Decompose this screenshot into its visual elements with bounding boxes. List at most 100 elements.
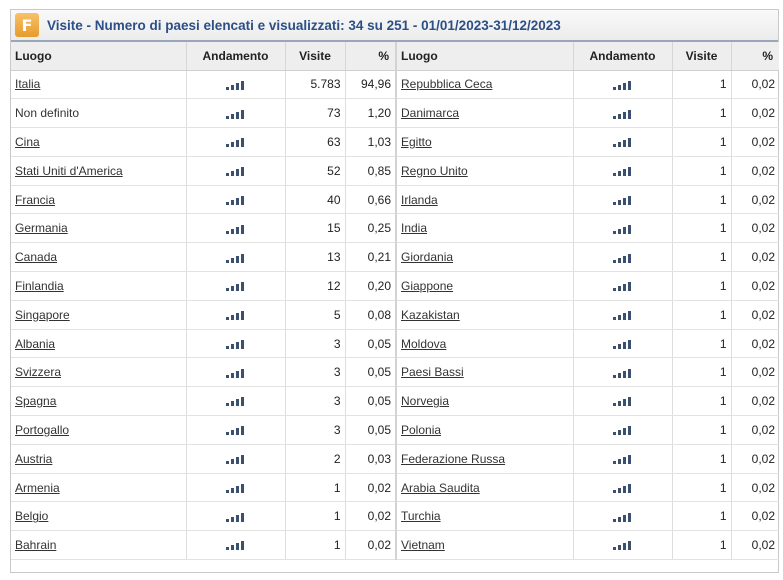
col-header-luogo[interactable]: Luogo (11, 42, 187, 71)
trend-chart-icon[interactable] (613, 452, 632, 466)
country-link[interactable]: Moldova (401, 337, 446, 351)
col-header-percent[interactable]: % (345, 42, 396, 71)
country-link[interactable]: Egitto (401, 135, 432, 149)
country-link[interactable]: Norvegia (401, 394, 449, 408)
country-link[interactable]: Italia (15, 77, 40, 91)
country-link[interactable]: Irlanda (401, 193, 438, 207)
trend-chart-icon[interactable] (226, 250, 245, 264)
trend-chart-icon[interactable] (613, 538, 632, 552)
cell-andamento (573, 98, 673, 129)
cell-percent: 0,66 (345, 185, 396, 215)
col-header-luogo[interactable]: Luogo (397, 42, 574, 71)
table-row: Norvegia 1 0,02 (397, 386, 779, 417)
trend-chart-icon[interactable] (226, 423, 245, 437)
trend-chart-icon[interactable] (613, 106, 632, 120)
trend-chart-icon[interactable] (226, 77, 245, 91)
country-link[interactable]: Repubblica Ceca (401, 77, 492, 91)
country-link[interactable]: Federazione Russa (401, 452, 505, 466)
trend-chart-icon[interactable] (613, 423, 632, 437)
trend-chart-icon[interactable] (226, 509, 245, 523)
table-row: Polonia 1 0,02 (397, 415, 779, 445)
cell-visite: 1 (672, 444, 732, 474)
trend-chart-icon[interactable] (226, 106, 245, 120)
country-link[interactable]: Singapore (15, 308, 70, 322)
trend-chart-icon[interactable] (613, 221, 632, 235)
trend-chart-icon[interactable] (613, 337, 632, 351)
cell-andamento (573, 185, 673, 215)
trend-chart-icon[interactable] (226, 538, 245, 552)
cell-percent: 1,03 (345, 127, 396, 157)
country-link[interactable]: Regno Unito (401, 164, 468, 178)
country-link[interactable]: Armenia (15, 481, 60, 495)
trend-chart-icon[interactable] (613, 279, 632, 293)
cell-visite: 1 (672, 415, 732, 445)
country-link[interactable]: India (401, 221, 427, 235)
trend-chart-icon[interactable] (613, 394, 632, 408)
cell-percent: 0,02 (731, 501, 779, 532)
country-link[interactable]: Cina (15, 135, 40, 149)
trend-chart-icon[interactable] (226, 308, 245, 322)
country-link[interactable]: Bahrain (15, 538, 56, 552)
trend-chart-icon[interactable] (226, 365, 245, 379)
cell-visite: 1 (672, 156, 732, 186)
country-link[interactable]: Arabia Saudita (401, 481, 480, 495)
trend-chart-icon[interactable] (613, 509, 632, 523)
col-header-visite[interactable]: Visite (672, 42, 732, 71)
country-link[interactable]: Paesi Bassi (401, 365, 464, 379)
trend-chart-icon[interactable] (226, 452, 245, 466)
trend-chart-icon[interactable] (226, 394, 245, 408)
country-link[interactable]: Albania (15, 337, 55, 351)
cell-luogo: Bahrain (11, 530, 187, 561)
col-header-visite[interactable]: Visite (285, 42, 346, 71)
cell-andamento (186, 70, 286, 100)
trend-chart-icon[interactable] (226, 481, 245, 495)
cell-visite: 1 (672, 213, 732, 244)
trend-chart-icon[interactable] (613, 481, 632, 495)
panel-header: F Visite - Numero di paesi elencati e vi… (11, 10, 778, 42)
cell-andamento (186, 185, 286, 215)
trend-chart-icon[interactable] (613, 365, 632, 379)
country-link[interactable]: Austria (15, 452, 52, 466)
trend-chart-icon[interactable] (613, 308, 632, 322)
country-link[interactable]: Svizzera (15, 365, 61, 379)
trend-chart-icon[interactable] (613, 250, 632, 264)
cell-visite: 3 (285, 415, 346, 445)
cell-visite: 73 (285, 98, 346, 129)
country-link[interactable]: Kazakistan (401, 308, 460, 322)
cell-visite: 1 (672, 300, 732, 330)
trend-chart-icon[interactable] (613, 77, 632, 91)
country-link[interactable]: Finlandia (15, 279, 64, 293)
country-link[interactable]: Francia (15, 193, 55, 207)
trend-chart-icon[interactable] (226, 193, 245, 207)
country-link[interactable]: Giappone (401, 279, 453, 293)
cell-andamento (573, 473, 673, 503)
trend-chart-icon[interactable] (613, 135, 632, 149)
country-link[interactable]: Germania (15, 221, 68, 235)
trend-chart-icon[interactable] (226, 337, 245, 351)
trend-chart-icon[interactable] (613, 164, 632, 178)
country-link[interactable]: Turchia (401, 509, 441, 523)
trend-chart-icon[interactable] (226, 279, 245, 293)
country-link[interactable]: Spagna (15, 394, 56, 408)
cell-luogo: Moldova (397, 329, 574, 359)
col-header-percent[interactable]: % (731, 42, 779, 71)
trend-chart-icon[interactable] (226, 135, 245, 149)
country-link[interactable]: Belgio (15, 509, 48, 523)
cell-visite: 3 (285, 329, 346, 359)
country-link[interactable]: Polonia (401, 423, 441, 437)
country-link[interactable]: Vietnam (401, 538, 445, 552)
cell-andamento (573, 127, 673, 157)
country-link[interactable]: Portogallo (15, 423, 69, 437)
trend-chart-icon[interactable] (226, 164, 245, 178)
cell-percent: 0,02 (345, 530, 396, 561)
trend-chart-icon[interactable] (613, 193, 632, 207)
trend-chart-icon[interactable] (226, 221, 245, 235)
cell-luogo: Austria (11, 444, 187, 474)
cell-visite: 3 (285, 357, 346, 388)
table-row: Svizzera 3 0,05 (11, 357, 396, 388)
country-link[interactable]: Danimarca (401, 106, 459, 120)
country-link[interactable]: Canada (15, 250, 57, 264)
country-link[interactable]: Stati Uniti d'America (15, 164, 123, 178)
country-link[interactable]: Giordania (401, 250, 453, 264)
table-row: Arabia Saudita 1 0,02 (397, 473, 779, 503)
